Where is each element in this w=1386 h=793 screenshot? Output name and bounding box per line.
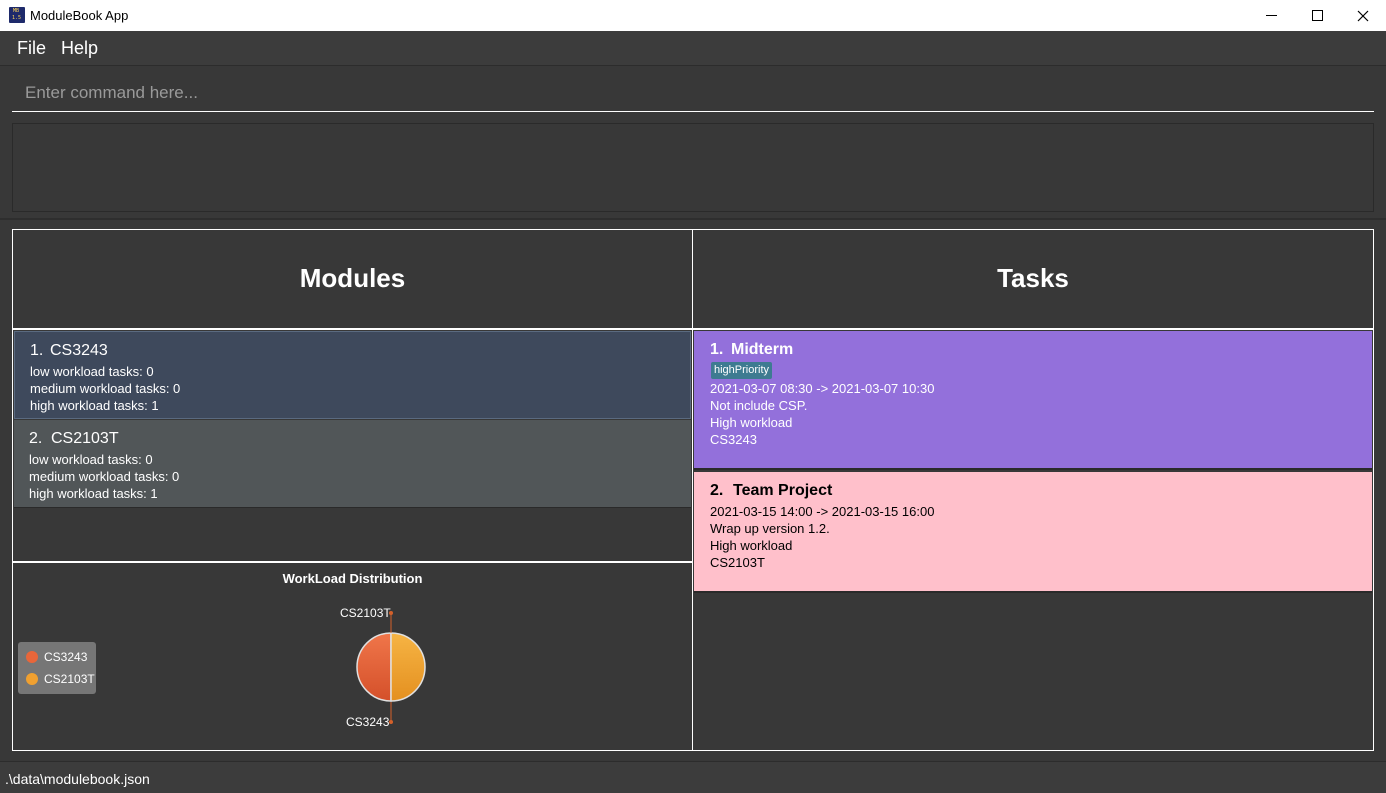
task-workload: High workload bbox=[710, 538, 793, 553]
chart-title: WorkLoad Distribution bbox=[282, 571, 423, 586]
module-index: 2. bbox=[29, 430, 43, 447]
menu-bar: File Help bbox=[0, 31, 1386, 66]
task-description: Not include CSP. bbox=[710, 398, 808, 413]
task-card-midterm[interactable]: 1. Midterm 2021-03-07 08:30 -> 2021-03-0… bbox=[694, 331, 1372, 470]
pie-label-cs2103t: CS2103T bbox=[340, 606, 391, 620]
task-time: 2021-03-07 08:30 -> 2021-03-07 10:30 bbox=[710, 381, 935, 396]
status-bar: .\data\modulebook.json bbox=[0, 761, 1386, 793]
close-icon bbox=[1357, 10, 1369, 21]
tasks-header-panel: Tasks bbox=[692, 229, 1374, 329]
modules-title: Modules bbox=[299, 263, 406, 293]
module-high-workload: high workload tasks: 1 bbox=[30, 398, 159, 413]
task-workload: High workload bbox=[710, 415, 793, 430]
module-code: CS3243 bbox=[50, 342, 108, 359]
window-title: ModuleBook App bbox=[30, 8, 129, 23]
pie-slice-cs3243 bbox=[356, 632, 392, 702]
pie-slice-cs2103t bbox=[390, 632, 426, 702]
maximize-icon bbox=[1311, 10, 1323, 21]
minimize-button[interactable] bbox=[1248, 0, 1294, 31]
tasks-title: Tasks bbox=[997, 263, 1069, 293]
menu-file[interactable]: File bbox=[17, 38, 46, 59]
task-module: CS2103T bbox=[710, 555, 765, 570]
task-index: 1. bbox=[710, 341, 724, 358]
status-file-path: .\data\modulebook.json bbox=[5, 771, 150, 787]
menu-help[interactable]: Help bbox=[61, 38, 98, 59]
module-index: 1. bbox=[30, 342, 44, 359]
close-button[interactable] bbox=[1340, 0, 1386, 31]
divider bbox=[0, 218, 1386, 220]
legend-swatch-cs3243 bbox=[26, 651, 38, 663]
module-medium-workload: medium workload tasks: 0 bbox=[29, 469, 180, 484]
pie-label-cs3243: CS3243 bbox=[346, 715, 390, 729]
module-high-workload: high workload tasks: 1 bbox=[29, 486, 158, 501]
legend-label-cs3243: CS3243 bbox=[44, 650, 88, 664]
pie-leader-dot-cs3243 bbox=[389, 720, 393, 724]
module-card-cs3243[interactable]: 1. CS3243 low workload tasks: 0 medium w… bbox=[14, 331, 691, 419]
task-card-team-project[interactable]: 2. Team Project 2021-03-15 14:00 -> 2021… bbox=[694, 472, 1372, 593]
command-input[interactable] bbox=[12, 74, 1374, 112]
module-medium-workload: medium workload tasks: 0 bbox=[30, 381, 181, 396]
task-name: Team Project bbox=[733, 482, 833, 499]
module-low-workload: low workload tasks: 0 bbox=[29, 452, 153, 467]
task-tag: highPriority bbox=[711, 362, 773, 379]
task-description: Wrap up version 1.2. bbox=[710, 521, 830, 536]
module-code: CS2103T bbox=[51, 430, 119, 447]
modules-header-panel: Modules bbox=[12, 229, 693, 329]
maximize-button[interactable] bbox=[1294, 0, 1340, 31]
module-card-cs2103t[interactable]: 2. CS2103T low workload tasks: 0 medium … bbox=[14, 420, 691, 508]
result-display bbox=[12, 123, 1374, 212]
app-icon: MB 1.5 bbox=[9, 7, 25, 23]
task-module: CS3243 bbox=[710, 432, 757, 447]
title-bar: MB 1.5 ModuleBook App bbox=[0, 0, 1386, 31]
minimize-icon bbox=[1265, 15, 1277, 16]
task-name: Midterm bbox=[731, 341, 794, 358]
task-time: 2021-03-15 14:00 -> 2021-03-15 16:00 bbox=[710, 504, 935, 519]
legend-label-cs2103t: CS2103T bbox=[44, 672, 95, 686]
module-low-workload: low workload tasks: 0 bbox=[30, 364, 154, 379]
chart-legend: CS3243 CS2103T bbox=[18, 642, 96, 694]
legend-swatch-cs2103t bbox=[26, 673, 38, 685]
task-index: 2. bbox=[710, 482, 724, 499]
